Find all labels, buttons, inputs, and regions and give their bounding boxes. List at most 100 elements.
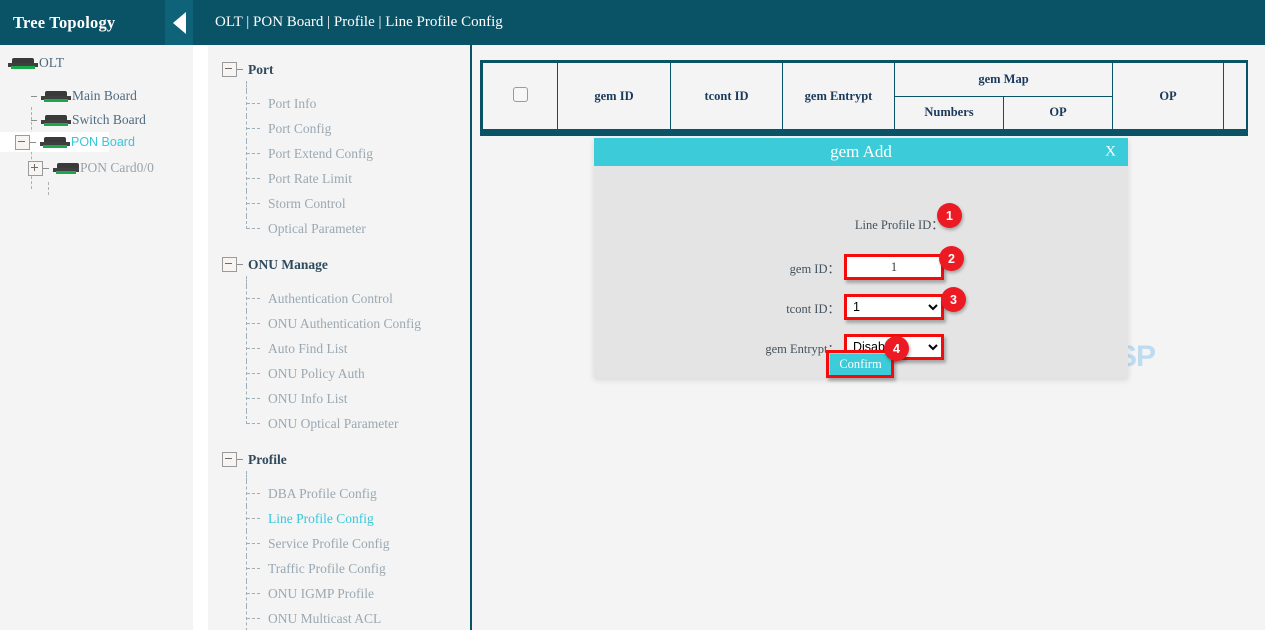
select-all-cell <box>483 63 558 130</box>
menu-item-optical-parameter[interactable]: Optical Parameter <box>208 216 470 241</box>
tcont-id-select[interactable]: 1 <box>847 297 941 317</box>
tree-topology-header: Tree Topology <box>0 0 193 45</box>
tree-branch-dash <box>237 264 243 265</box>
tree-branch <box>246 311 268 336</box>
menu-item-onu-multicast-acl[interactable]: ONU Multicast ACL <box>208 606 470 630</box>
device-shelf-icon <box>40 137 70 148</box>
tree-connector-vertical <box>48 182 49 195</box>
tcont-id-row: tcont ID： 1 <box>744 294 944 320</box>
tree-topology-panel: Tree Topology OLT Main Board <box>0 0 193 630</box>
tree-node-switch-board[interactable]: Switch Board <box>0 108 193 132</box>
line-profile-id-row: Line Profile ID： 1 <box>594 214 954 233</box>
callout-badge-1: 1 <box>937 203 962 228</box>
tcont-id-label: tcont ID： <box>744 298 840 317</box>
menu-item-auto-find-list[interactable]: Auto Find List <box>208 336 470 361</box>
column-header-gem-map: gem Map <box>895 63 1113 97</box>
minus-toggle-icon[interactable] <box>222 452 237 467</box>
menu-group-label: Profile <box>248 452 287 468</box>
line-profile-id-label: Line Profile ID： <box>855 214 944 233</box>
tree-branch <box>246 141 268 166</box>
navigation-menu-panel: Port Port Info Port Config Port Extend C… <box>208 45 472 630</box>
menu-item-onu-policy-auth[interactable]: ONU Policy Auth <box>208 361 470 386</box>
menu-item-label: Storm Control <box>268 196 346 212</box>
confirm-button-wrapper: Confirm <box>826 350 894 378</box>
menu-item-service-profile-config[interactable]: Service Profile Config <box>208 531 470 556</box>
menu-item-authentication-control[interactable]: Authentication Control <box>208 286 470 311</box>
tree-branch-dash <box>43 168 49 169</box>
menu-item-storm-control[interactable]: Storm Control <box>208 191 470 216</box>
callout-badge-2: 2 <box>939 246 964 271</box>
tree-node-label: Main Board <box>72 88 137 104</box>
minus-toggle-icon[interactable] <box>15 135 30 150</box>
column-header-gem-id: gem ID <box>558 63 671 130</box>
tree-node-pon-board[interactable]: PON Board <box>0 132 109 152</box>
menu-item-label: ONU Info List <box>268 391 348 407</box>
dialog-title-bar: gem Add X <box>594 138 1128 166</box>
column-header-gem-entrypt: gem Entrypt <box>783 63 895 130</box>
menu-item-onu-info-list[interactable]: ONU Info List <box>208 386 470 411</box>
menu-item-label: Authentication Control <box>268 291 393 307</box>
menu-item-label: Port Extend Config <box>268 146 373 162</box>
menu-group-label: Port <box>248 62 273 78</box>
application-root: Tree Topology OLT Main Board <box>0 0 1265 630</box>
menu-item-line-profile-config[interactable]: Line Profile Config <box>208 506 470 531</box>
column-header-op: OP <box>1113 63 1224 130</box>
menu-item-port-info[interactable]: Port Info <box>208 91 470 116</box>
menu-group-profile[interactable]: Profile <box>208 448 470 471</box>
dialog-title: gem Add <box>830 142 892 162</box>
table-bottom-rule <box>480 132 1248 136</box>
menu-item-label: Line Profile Config <box>268 511 374 527</box>
minus-toggle-icon[interactable] <box>222 62 237 77</box>
menu-item-onu-optical-parameter[interactable]: ONU Optical Parameter <box>208 411 470 436</box>
tree-node-label: PON Card0/0 <box>80 160 154 176</box>
tree-node-pon-card[interactable]: PON Card0/0 <box>0 156 193 180</box>
tree-branch <box>246 531 268 556</box>
column-header-gem-map-numbers: Numbers <box>895 96 1004 130</box>
menu-item-port-config[interactable]: Port Config <box>208 116 470 141</box>
menu-item-label: ONU Optical Parameter <box>268 416 398 432</box>
gem-id-input[interactable] <box>847 257 941 277</box>
menu-item-traffic-profile-config[interactable]: Traffic Profile Config <box>208 556 470 581</box>
menu-group-port[interactable]: Port <box>208 58 470 81</box>
tree-topology-title: Tree Topology <box>0 13 115 33</box>
menu-item-label: Optical Parameter <box>268 221 366 237</box>
select-all-checkbox[interactable] <box>513 87 528 102</box>
tree-branch <box>246 336 268 361</box>
callout-badge-4: 4 <box>884 336 909 361</box>
menu-item-dba-profile-config[interactable]: DBA Profile Config <box>208 481 470 506</box>
menu-item-onu-authentication-config[interactable]: ONU Authentication Config <box>208 311 470 336</box>
gem-id-label: gem ID： <box>744 258 840 277</box>
tree-branch <box>246 506 268 531</box>
tcont-id-field-wrapper: 1 <box>844 294 944 320</box>
menu-item-label: Port Config <box>268 121 331 137</box>
gem-add-dialog: gem Add X Line Profile ID： 1 gem ID： tco… <box>594 138 1128 378</box>
confirm-button[interactable]: Confirm <box>829 353 891 375</box>
menu-item-label: Port Rate Limit <box>268 171 352 187</box>
minus-toggle-icon[interactable] <box>222 257 237 272</box>
triangle-left-glyph <box>173 12 186 34</box>
plus-toggle-icon[interactable] <box>28 161 43 176</box>
tree-topology-body: OLT Main Board Switch Board <box>0 45 193 180</box>
menu-item-label: DBA Profile Config <box>268 486 377 502</box>
menu-item-onu-igmp-profile[interactable]: ONU IGMP Profile <box>208 581 470 606</box>
gem-table: gem ID tcont ID gem Entrypt gem Map OP N… <box>480 60 1248 132</box>
device-shelf-icon <box>41 91 71 102</box>
menu-item-label: ONU Policy Auth <box>268 366 365 382</box>
column-header-tcont-id: tcont ID <box>671 63 783 130</box>
tree-branch <box>246 166 268 191</box>
tree-branch-dash <box>31 120 37 121</box>
tree-branch <box>246 191 268 216</box>
menu-item-label: ONU Authentication Config <box>268 316 421 332</box>
tree-branch <box>246 91 268 116</box>
close-icon[interactable]: X <box>1105 144 1116 161</box>
tree-node-label: Switch Board <box>72 112 146 128</box>
breadcrumb: OLT | PON Board | Profile | Line Profile… <box>193 0 1265 45</box>
tree-node-main-board[interactable]: Main Board <box>0 84 193 108</box>
triangle-left-icon[interactable] <box>165 0 193 45</box>
menu-item-label: Port Info <box>268 96 316 112</box>
menu-item-port-rate-limit[interactable]: Port Rate Limit <box>208 166 470 191</box>
tree-node-olt[interactable]: OLT <box>0 51 193 75</box>
menu-item-port-extend-config[interactable]: Port Extend Config <box>208 141 470 166</box>
tree-branch <box>246 411 268 436</box>
menu-group-onu-manage[interactable]: ONU Manage <box>208 253 470 276</box>
